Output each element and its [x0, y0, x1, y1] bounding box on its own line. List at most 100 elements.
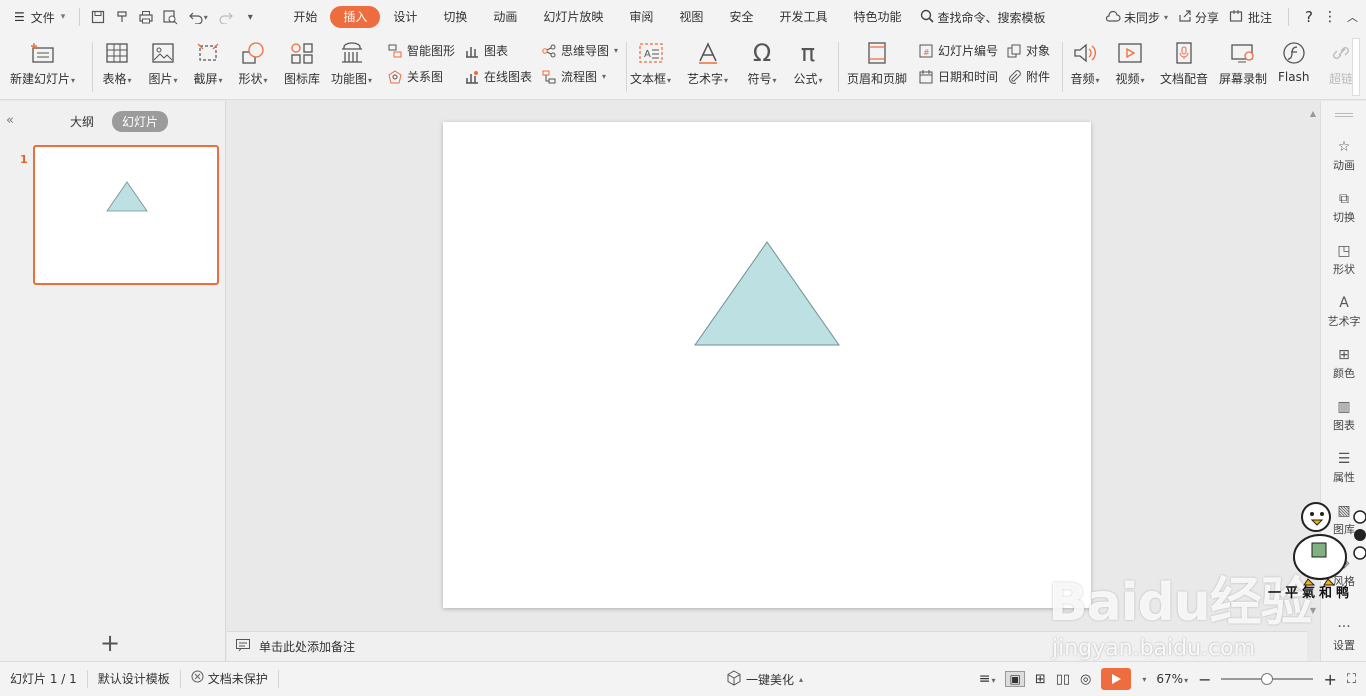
print-icon[interactable]	[134, 5, 158, 29]
play-slideshow-button[interactable]	[1101, 668, 1132, 690]
format-painter-icon[interactable]	[110, 5, 134, 29]
comment-button[interactable]: 批注	[1229, 9, 1272, 26]
screenshot-button[interactable]: 截屏▾	[193, 38, 223, 87]
beautify-button[interactable]: 一键美化 ▴	[726, 669, 803, 689]
screenshot-icon	[193, 38, 223, 68]
zoom-slider-handle[interactable]	[1261, 673, 1274, 685]
sidebar-item-properties[interactable]: ☰ 属性	[1321, 449, 1366, 485]
function-chart-button[interactable]: 功能图▾	[331, 38, 372, 87]
redo-icon[interactable]	[214, 5, 238, 29]
quick-access-more-icon[interactable]: ▾	[238, 5, 262, 29]
formula-button[interactable]: π 公式▾	[793, 38, 823, 87]
online-chart-button[interactable]: 在线图表	[464, 68, 532, 85]
table-button[interactable]: 表格▾	[102, 38, 132, 87]
flash-button[interactable]: Flash	[1278, 38, 1309, 84]
tab-animation[interactable]: 动画	[480, 6, 530, 28]
object-button[interactable]: 对象	[1006, 42, 1050, 59]
tab-slideshow[interactable]: 幻灯片放映	[530, 6, 616, 28]
sidebar-item-wordart[interactable]: A 艺术字	[1321, 293, 1366, 329]
sidebar-item-animation[interactable]: ☆ 动画	[1321, 137, 1366, 173]
shape-label: 形状	[238, 72, 263, 86]
zoom-in-icon[interactable]: +	[1323, 670, 1336, 689]
relation-chart-button[interactable]: 关系图	[387, 68, 443, 85]
reading-view-icon[interactable]: ▯▯	[1056, 672, 1070, 687]
mindmap-button[interactable]: 思维导图 ▾	[541, 42, 618, 59]
shape-button[interactable]: 形状▾	[238, 38, 268, 87]
new-slide-button[interactable]: 新建幻灯片▾	[10, 38, 75, 87]
divider	[92, 42, 93, 92]
more-icon[interactable]: ⋮	[1323, 9, 1337, 25]
slide-thumbnail[interactable]	[33, 145, 219, 285]
normal-view-icon[interactable]: ▣	[1005, 671, 1025, 687]
sidebar-item-settings[interactable]: ··· 设置	[1321, 617, 1366, 653]
triangle-shape[interactable]	[694, 241, 840, 346]
tab-features[interactable]: 特色功能	[840, 6, 914, 28]
smart-art-button[interactable]: 智能图形	[387, 42, 455, 59]
divider	[626, 42, 627, 92]
undo-icon[interactable]: ▾	[182, 5, 214, 29]
textbox-button[interactable]: A 文本框▾	[630, 38, 671, 87]
tab-slides[interactable]: 幻灯片	[112, 111, 169, 132]
datetime-button[interactable]: 日期和时间	[918, 68, 998, 85]
icon-library-button[interactable]: 图标库	[284, 38, 320, 87]
picture-button[interactable]: 图片▾	[148, 38, 178, 87]
tab-home[interactable]: 开始	[280, 6, 330, 28]
share-button[interactable]: 分享	[1178, 9, 1219, 26]
design-template[interactable]: 默认设计模板	[88, 670, 181, 688]
flash-label: Flash	[1278, 70, 1310, 84]
slide-editor: ▲ ▼	[227, 101, 1316, 631]
tab-outline[interactable]: 大纲	[60, 111, 104, 132]
sliders-icon: ☰	[1337, 451, 1351, 467]
tab-insert[interactable]: 插入	[330, 6, 381, 28]
presenter-icon[interactable]: ◎	[1080, 672, 1091, 687]
sidebar-item-chart[interactable]: ▥ 图表	[1321, 397, 1366, 433]
tab-transition[interactable]: 切换	[430, 6, 480, 28]
zoom-level[interactable]: 67%▾	[1156, 672, 1188, 686]
save-icon[interactable]	[86, 5, 110, 29]
chevron-down-icon: ▾	[1095, 76, 1100, 85]
watermark-url: jingyan.baidu.com	[1052, 636, 1256, 661]
help-icon[interactable]: ?	[1305, 8, 1313, 26]
tab-design[interactable]: 设计	[380, 6, 430, 28]
panel-view-tabs: 大纲 幻灯片	[60, 111, 169, 132]
attachment-button[interactable]: 附件	[1006, 68, 1050, 85]
symbol-button[interactable]: Ω 符号▾	[747, 38, 777, 87]
header-footer-button[interactable]: 页眉和页脚	[847, 38, 907, 87]
video-label: 视频	[1115, 72, 1140, 86]
tab-review[interactable]: 审阅	[616, 6, 666, 28]
notes-toggle-icon[interactable]: ≡▾	[979, 671, 996, 687]
video-button[interactable]: 视频▾	[1115, 38, 1145, 87]
chart-button[interactable]: 图表	[464, 42, 508, 59]
print-preview-icon[interactable]	[158, 5, 182, 29]
fit-window-icon[interactable]: ⛶	[1347, 672, 1356, 687]
collapse-panel-icon[interactable]: «	[6, 113, 14, 128]
tab-security[interactable]: 安全	[716, 6, 766, 28]
slide-sorter-icon[interactable]: ⊞	[1035, 672, 1046, 687]
chevron-down-icon[interactable]: ▾	[1142, 675, 1146, 684]
sync-button[interactable]: 未同步 ▾	[1105, 9, 1168, 26]
add-slide-icon[interactable]: +	[100, 629, 120, 657]
wordart-button[interactable]: 艺术字▾	[687, 38, 728, 87]
sidebar-item-transition[interactable]: ⧉ 切换	[1321, 189, 1366, 225]
audio-button[interactable]: 音频▾	[1070, 38, 1100, 87]
file-menu[interactable]: ☰ 文件 ▾	[0, 0, 73, 34]
collapse-ribbon-icon[interactable]: ︿	[1347, 9, 1358, 25]
tab-view[interactable]: 视图	[666, 6, 716, 28]
zoom-slider[interactable]	[1221, 673, 1314, 685]
flowchart-button[interactable]: 流程图 ▾	[541, 68, 606, 85]
doc-voice-button[interactable]: 文档配音	[1160, 38, 1208, 87]
slide-canvas[interactable]	[443, 122, 1091, 608]
screenshot-label: 截屏	[193, 72, 218, 86]
sidebar-item-shape[interactable]: ◳ 形状	[1321, 241, 1366, 277]
speaker-icon	[1070, 38, 1100, 68]
screen-record-button[interactable]: 屏幕录制	[1219, 38, 1267, 87]
slide-number-button[interactable]: # 幻灯片编号	[918, 42, 998, 59]
zoom-out-icon[interactable]: −	[1198, 670, 1211, 689]
command-search[interactable]: 查找命令、搜索模板	[920, 9, 1046, 26]
divider	[838, 42, 839, 92]
protection-status[interactable]: 文档未保护	[181, 670, 279, 688]
scroll-up-icon[interactable]: ▲	[1309, 109, 1317, 118]
tab-developer[interactable]: 开发工具	[766, 6, 840, 28]
ribbon-scroll[interactable]	[1352, 38, 1360, 96]
sidebar-item-color[interactable]: ⊞ 颜色	[1321, 345, 1366, 381]
